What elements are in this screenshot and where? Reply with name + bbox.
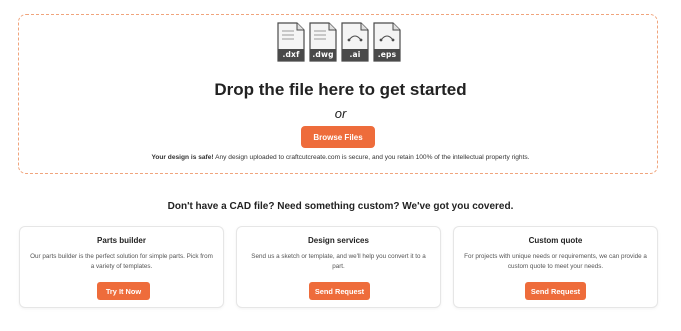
ai-label: .ai <box>349 50 361 59</box>
or-separator: or <box>334 106 347 121</box>
security-note-text: Any design uploaded to craftcutcreate.co… <box>213 154 530 161</box>
security-note: Your design is safe! Any design uploaded… <box>0 154 681 161</box>
card-title: Custom quote <box>528 236 583 245</box>
security-note-bold: Your design is safe! <box>151 154 214 161</box>
dwg-file-icon: .dwg <box>309 22 337 62</box>
file-type-icons: .dxf .dwg .ai .eps <box>277 22 401 62</box>
dxf-label: .dxf <box>282 50 300 59</box>
browse-files-button[interactable]: Browse Files <box>301 126 375 148</box>
drop-title: Drop the file here to get started <box>214 80 467 99</box>
dxf-file-icon: .dxf <box>277 22 305 62</box>
design-services-card: Design services Send us a sketch or temp… <box>236 226 441 308</box>
custom-section-heading: Don't have a CAD file? Need something cu… <box>167 201 514 212</box>
parts-builder-card: Parts builder Our parts builder is the p… <box>19 226 224 308</box>
card-description: For projects with unique needs or requir… <box>464 253 647 270</box>
eps-label: .eps <box>377 50 397 59</box>
card-title: Design services <box>308 236 369 245</box>
custom-quote-card: Custom quote For projects with unique ne… <box>453 226 658 308</box>
card-title: Parts builder <box>97 236 146 245</box>
card-description: Send us a sketch or template, and we'll … <box>251 253 426 270</box>
eps-file-icon: .eps <box>373 22 401 62</box>
send-request-button[interactable]: Send Request <box>525 282 586 300</box>
dwg-label: .dwg <box>312 50 334 59</box>
try-it-now-button[interactable]: Try It Now <box>97 282 150 300</box>
send-request-button[interactable]: Send Request <box>309 282 370 300</box>
card-description: Our parts builder is the perfect solutio… <box>30 253 213 270</box>
ai-file-icon: .ai <box>341 22 369 62</box>
